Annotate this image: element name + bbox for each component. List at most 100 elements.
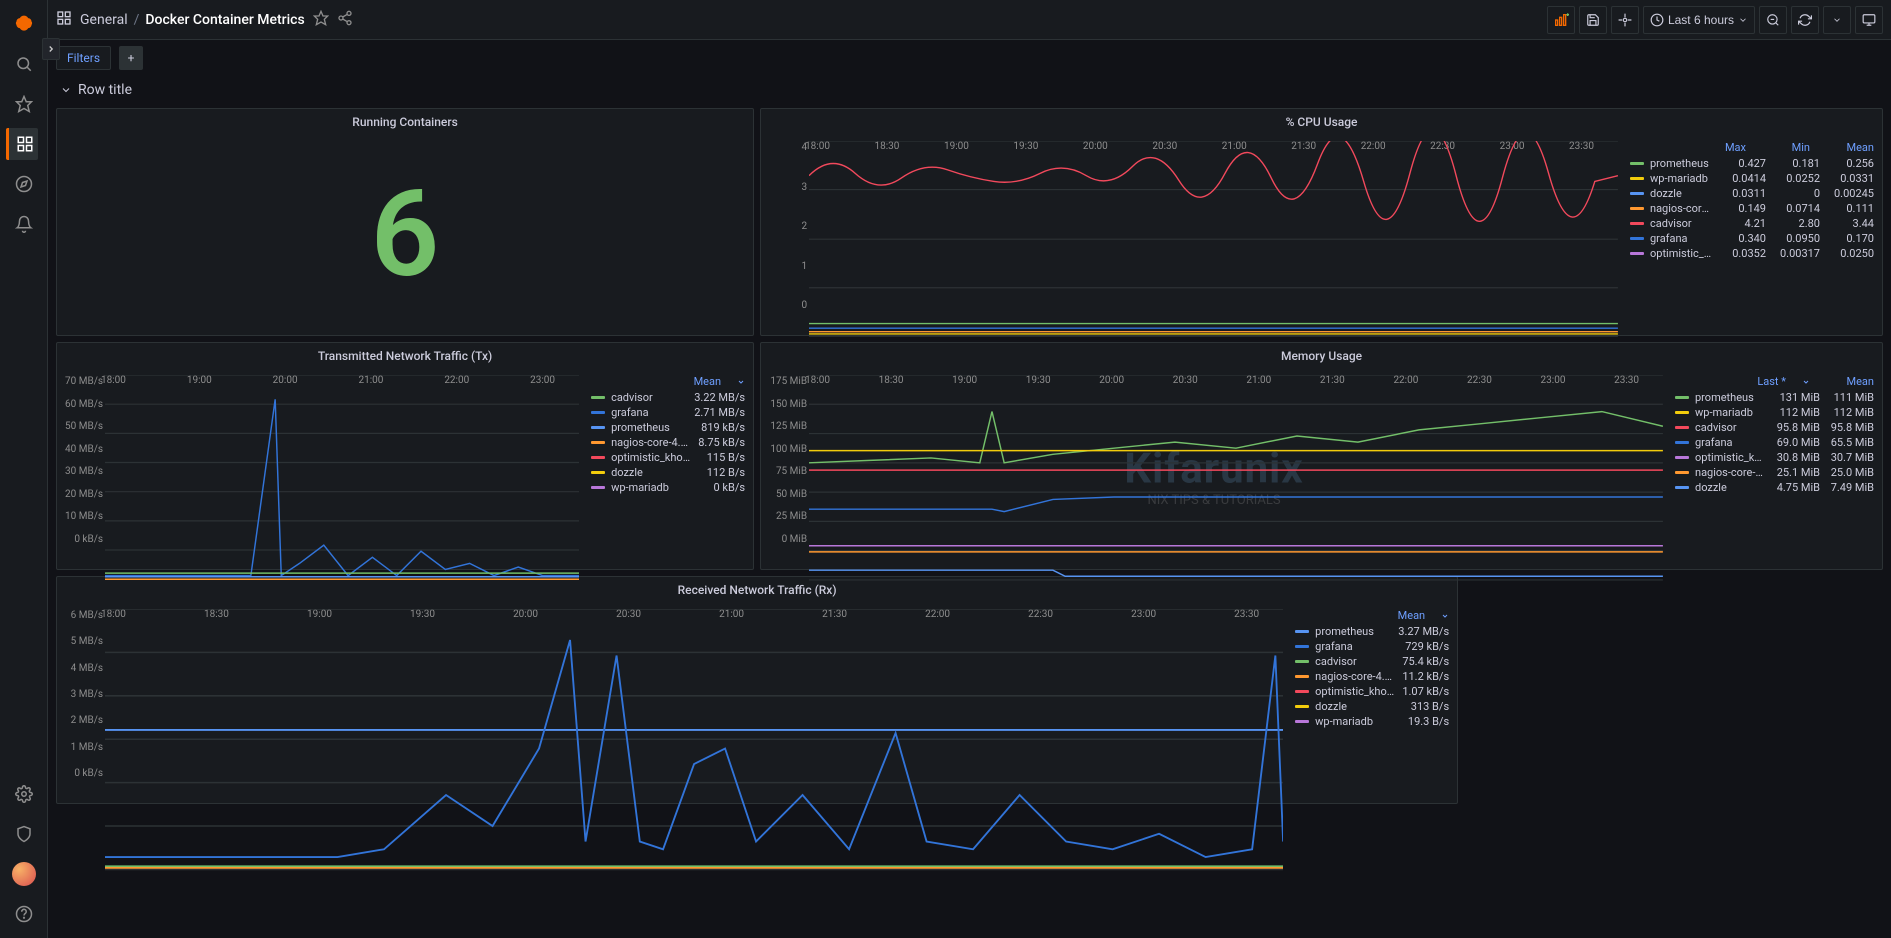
legend-row[interactable]: nagios-core-4.4.925.1 MiB25.0 MiB <box>1675 465 1874 480</box>
legend-row[interactable]: nagios-core-4.4.911.2 kB/s <box>1295 669 1449 684</box>
admin-icon[interactable] <box>8 818 40 850</box>
config-icon[interactable] <box>8 778 40 810</box>
legend-header-mean[interactable]: Mean <box>1377 609 1425 622</box>
settings-button[interactable] <box>1611 6 1639 34</box>
user-avatar[interactable] <box>8 858 40 890</box>
legend-header-min[interactable]: Min <box>1762 141 1810 154</box>
dashboards-icon[interactable] <box>6 128 38 160</box>
cycle-view-button[interactable] <box>1855 6 1883 34</box>
legend-row[interactable]: dozzle 112 B/s <box>591 465 745 480</box>
legend-swatch <box>1295 660 1309 663</box>
legend-row[interactable]: wp-mariadb0 kB/s <box>591 480 745 495</box>
panel-tx-traffic[interactable]: Transmitted Network Traffic (Tx) 70 MB/s… <box>56 342 754 570</box>
legend-header-last[interactable]: Last * <box>1738 375 1786 388</box>
alerting-icon[interactable] <box>8 208 40 240</box>
favorite-icon[interactable] <box>313 10 329 29</box>
legend-value: 7.49 MiB <box>1826 481 1874 494</box>
legend-header-max[interactable]: Max <box>1698 141 1746 154</box>
legend-value: 0.0250 <box>1826 247 1874 260</box>
legend-header-mean[interactable]: Mean <box>1826 375 1874 388</box>
legend-name: dozzle <box>611 466 691 479</box>
add-panel-button[interactable] <box>1547 6 1575 34</box>
time-range-button[interactable]: Last 6 hours <box>1643 6 1755 34</box>
legend-row[interactable]: nagios-core-4.4.98.75 kB/s <box>591 435 745 450</box>
legend-row[interactable]: optimistic_khorana0.03520.003170.0250 <box>1630 246 1874 261</box>
legend-row[interactable]: dozzle313 B/s <box>1295 699 1449 714</box>
row-header[interactable]: Row title <box>48 76 1891 104</box>
legend-row[interactable]: optimistic_khorana30.8 MiB30.7 MiB <box>1675 450 1874 465</box>
legend-value: 729 kB/s <box>1401 640 1449 653</box>
legend-row[interactable]: cadvisor4.212.803.44 <box>1630 216 1874 231</box>
subbar: Filters + <box>48 40 1891 76</box>
legend-name: grafana <box>1695 436 1766 449</box>
legend-row[interactable]: dozzle4.75 MiB7.49 MiB <box>1675 480 1874 495</box>
legend-swatch <box>1675 426 1689 429</box>
refresh-interval-button[interactable] <box>1823 6 1851 34</box>
share-icon[interactable] <box>337 10 353 29</box>
legend-row[interactable]: wp-mariadb112 MiB112 MiB <box>1675 405 1874 420</box>
legend-value: 1.07 kB/s <box>1401 685 1449 698</box>
refresh-button[interactable] <box>1791 6 1819 34</box>
legend-value: 11.2 kB/s <box>1401 670 1449 683</box>
legend-value: 112 B/s <box>697 466 745 479</box>
legend-value: 25.0 MiB <box>1826 466 1874 479</box>
legend-row[interactable]: prometheus0.4270.1810.256 <box>1630 156 1874 171</box>
legend-row[interactable]: wp-mariadb19.3 B/s <box>1295 714 1449 729</box>
help-icon[interactable] <box>8 898 40 930</box>
legend-value: 0.0352 <box>1718 247 1766 260</box>
legend-value: 2.80 <box>1772 217 1820 230</box>
legend-header-mean[interactable]: Mean <box>1826 141 1874 154</box>
explore-icon[interactable] <box>8 168 40 200</box>
panel-rx-traffic[interactable]: Received Network Traffic (Rx) 6 MB/s5 MB… <box>56 576 1458 804</box>
filters-chip[interactable]: Filters <box>56 46 111 70</box>
legend-row[interactable]: wp-mariadb0.04140.02520.0331 <box>1630 171 1874 186</box>
legend-name: nagios-core-4.4.9 <box>611 436 691 449</box>
legend-value: 0.256 <box>1826 157 1874 170</box>
legend-swatch <box>1675 396 1689 399</box>
star-icon[interactable] <box>8 88 40 120</box>
legend-swatch <box>1630 192 1644 195</box>
legend-swatch <box>1295 720 1309 723</box>
search-icon[interactable] <box>8 48 40 80</box>
legend-row[interactable]: prometheus131 MiB111 MiB <box>1675 390 1874 405</box>
legend-row[interactable]: cadvisor75.4 kB/s <box>1295 654 1449 669</box>
dashboard-grid-icon <box>56 10 72 29</box>
y-axis: 70 MB/s60 MB/s50 MB/s40 MB/s30 MB/s20 MB… <box>63 377 103 545</box>
legend-row[interactable]: prometheus819 kB/s <box>591 420 745 435</box>
panel-cpu-usage[interactable]: % CPU Usage 43210 <box>760 108 1883 336</box>
legend-value: 112 MiB <box>1826 406 1874 419</box>
legend-row[interactable]: grafana2.71 MB/s <box>591 405 745 420</box>
legend-row[interactable]: nagios-core-4.4.90.1490.07140.111 <box>1630 201 1874 216</box>
add-filter-button[interactable]: + <box>119 46 143 70</box>
legend-swatch <box>1630 162 1644 165</box>
legend-row[interactable]: grafana729 kB/s <box>1295 639 1449 654</box>
legend-row[interactable]: dozzle0.031100.00245 <box>1630 186 1874 201</box>
legend-name: prometheus <box>1650 157 1712 170</box>
panel-running-containers[interactable]: Running Containers 6 <box>56 108 754 336</box>
legend-row[interactable]: prometheus3.27 MB/s <box>1295 624 1449 639</box>
legend-header-mean[interactable]: Mean <box>673 375 721 388</box>
legend: Max Min Mean prometheus0.4270.1810.256wp… <box>1622 135 1882 335</box>
legend-value: 0.0414 <box>1718 172 1766 185</box>
legend-swatch <box>1295 630 1309 633</box>
legend: Mean prometheus3.27 MB/sgrafana729 kB/sc… <box>1287 603 1457 803</box>
grafana-logo-icon[interactable] <box>8 8 40 40</box>
legend-value: 2.71 MB/s <box>694 406 745 419</box>
zoom-out-button[interactable] <box>1759 6 1787 34</box>
legend-row[interactable]: optimistic_khorana115 B/s <box>591 450 745 465</box>
legend-row[interactable]: cadvisor3.22 MB/s <box>591 390 745 405</box>
legend-row[interactable]: optimistic_khorana1.07 kB/s <box>1295 684 1449 699</box>
save-button[interactable] <box>1579 6 1607 34</box>
chevron-down-icon <box>60 84 72 96</box>
legend-value: 0.00317 <box>1772 247 1820 260</box>
legend-swatch <box>591 426 605 429</box>
legend-row[interactable]: grafana69.0 MiB65.5 MiB <box>1675 435 1874 450</box>
legend-row[interactable]: grafana0.3400.09500.170 <box>1630 231 1874 246</box>
legend-name: nagios-core-4.4.9 <box>1695 466 1766 479</box>
breadcrumb-folder[interactable]: General <box>80 12 128 28</box>
expand-sidebar-button[interactable] <box>42 38 60 60</box>
panel-memory-usage[interactable]: Memory Usage Kifarunix NIX TIPS & TUTORI… <box>760 342 1883 570</box>
legend-row[interactable]: cadvisor95.8 MiB95.8 MiB <box>1675 420 1874 435</box>
legend-value: 3.44 <box>1826 217 1874 230</box>
page-title[interactable]: Docker Container Metrics <box>145 12 304 28</box>
